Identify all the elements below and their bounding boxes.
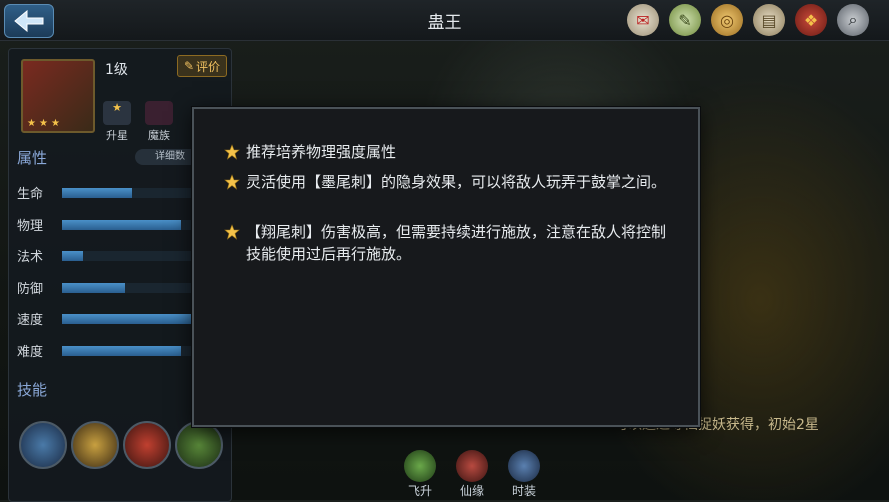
star-icon: ★ [27, 118, 36, 129]
hero-portrait[interactable]: ★ ★ ★ [21, 59, 95, 133]
attribute-bar-fill [62, 251, 83, 261]
hero-level: 1级 [105, 62, 128, 78]
attribute-bar-fill [62, 219, 181, 230]
top-icon-bar: ✉ ✎ ◎ ▤ ❖ ⌕ [627, 4, 869, 36]
attributes-title: 属性 [17, 149, 48, 167]
attribute-bar-fill [62, 314, 195, 324]
upgrade-star-label: 升星 [106, 129, 128, 142]
star-bullet-icon [224, 224, 240, 240]
attribute-bar [62, 345, 202, 356]
rate-button[interactable]: ✎ 评价 [177, 55, 227, 77]
magnifier-icon[interactable]: ⌕ [837, 4, 869, 36]
star-icon: ★ [39, 118, 48, 129]
skill-icon[interactable] [175, 421, 223, 469]
star-upgrade-icon: ★ [103, 101, 131, 125]
upgrade-star-button[interactable]: ★ 升星 [101, 101, 133, 143]
attribute-label: 速度 [17, 313, 44, 328]
star-icon: ★ [51, 118, 60, 129]
attribute-bar-fill [62, 345, 181, 356]
skill-icon[interactable] [123, 421, 171, 469]
attribute-bar [62, 251, 202, 261]
coin-icon[interactable]: ◎ [711, 4, 743, 36]
star-bullet-icon [224, 144, 240, 160]
attribute-label: 防御 [17, 281, 44, 297]
attribute-bar [62, 282, 202, 293]
attribute-label: 生命 [17, 187, 44, 202]
ascend-button[interactable]: 飞升 [400, 450, 440, 498]
ascend-icon [404, 450, 436, 482]
edit-icon: ✎ [183, 59, 195, 73]
demon-clan-icon [145, 101, 173, 125]
ascend-label: 飞升 [407, 484, 432, 498]
attribute-bar [62, 314, 202, 324]
tip-text: 【翔尾刺】伤害极高，但需要持续进行施放，注意在敌人将控制技能使用过后再行施放。 [246, 223, 667, 263]
clan-button[interactable]: 魔族 [143, 101, 175, 143]
hero-tips-dialog[interactable]: 推荐培养物理强度属性 灵活使用【墨尾刺】的隐身效果，可以将敌人玩弄于鼓掌之间。 … [192, 107, 700, 427]
costume-icon [508, 450, 540, 482]
attribute-bar [62, 219, 202, 230]
attribute-label: 物理 [17, 218, 44, 234]
attribute-bar-fill [62, 282, 125, 293]
costume-label: 时装 [511, 484, 536, 498]
star-bullet-icon [224, 174, 240, 190]
scroll-seal-icon[interactable]: ✉ [627, 4, 659, 36]
skill-icon[interactable] [19, 421, 67, 469]
map-icon[interactable]: ▤ [753, 4, 785, 36]
skills-title: 技能 [17, 381, 48, 399]
costume-button[interactable]: 时装 [504, 450, 544, 498]
attribute-bar-fill [62, 188, 132, 198]
scroll-icon[interactable]: ✎ [669, 4, 701, 36]
top-bar: 蛊王 ✉ ✎ ◎ ▤ ❖ ⌕ [0, 0, 889, 41]
fate-label: 仙缘 [459, 484, 484, 498]
fate-icon [456, 450, 488, 482]
clan-label: 魔族 [148, 129, 170, 142]
tip-text: 灵活使用【墨尾刺】的隐身效果，可以将敌人玩弄于鼓掌之间。 [246, 173, 667, 191]
tip-text: 推荐培养物理强度属性 [246, 143, 397, 161]
attribute-label: 难度 [17, 344, 44, 360]
attribute-bar [62, 188, 202, 198]
skill-icon[interactable] [71, 421, 119, 469]
fate-button[interactable]: 仙缘 [452, 450, 492, 498]
book-icon[interactable]: ❖ [795, 4, 827, 36]
attribute-label: 法术 [17, 250, 44, 265]
rate-label: 评价 [196, 59, 221, 74]
